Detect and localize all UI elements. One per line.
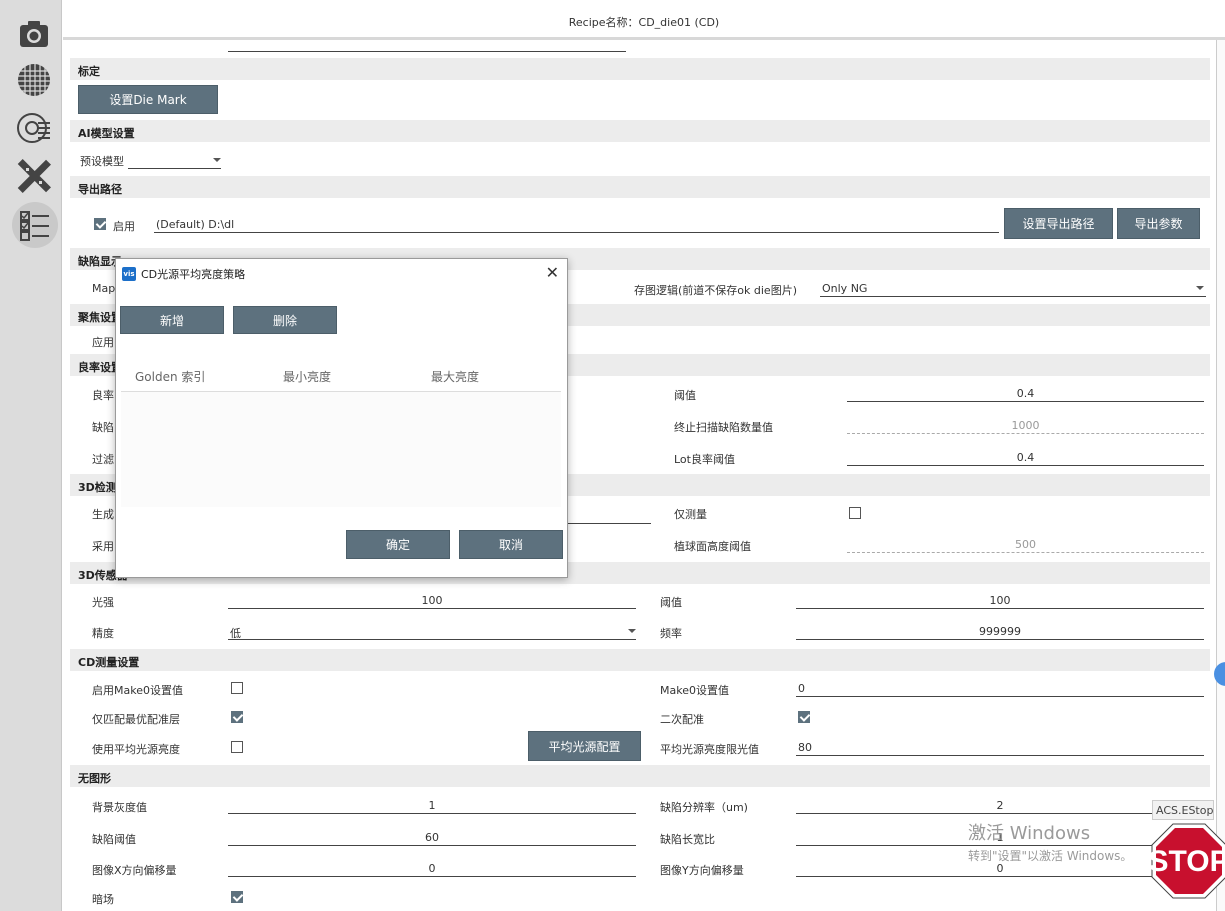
stop-scan-label: 终止扫描缺陷数量值 bbox=[674, 421, 773, 434]
truncated-field bbox=[228, 46, 626, 52]
section-no-graphic: 无图形 bbox=[70, 765, 1210, 787]
defect-resolution-field[interactable]: 2 bbox=[796, 796, 1204, 814]
recipe-header: Recipe名称：CD_die01 (CD) bbox=[63, 0, 1225, 40]
save-logic-label: 存图逻辑(前道不保存ok die图片) bbox=[634, 284, 797, 297]
avg-light-limit-label: 平均光源亮度限光值 bbox=[660, 743, 759, 756]
3d-use-label: 采用 bbox=[92, 540, 114, 553]
yield-threshold-field[interactable]: 0.4 bbox=[847, 384, 1204, 402]
cancel-button[interactable]: 取消 bbox=[459, 530, 563, 559]
avg-light-config-button[interactable]: 平均光源配置 bbox=[528, 731, 641, 761]
dialog-title: CD光源平均亮度策略 bbox=[141, 268, 246, 281]
dark-field-label: 暗场 bbox=[92, 893, 114, 906]
col-golden-index: Golden 索引 bbox=[135, 370, 206, 384]
export-params-button[interactable]: 导出参数 bbox=[1117, 208, 1200, 239]
stop-scan-field: 1000 bbox=[847, 416, 1204, 434]
recipe-title: Recipe名称：CD_die01 (CD) bbox=[568, 16, 720, 29]
chevron-down-icon bbox=[628, 629, 636, 633]
map-label: Map bbox=[92, 282, 116, 295]
col-min-brightness: 最小亮度 bbox=[283, 370, 332, 384]
delete-button[interactable]: 删除 bbox=[233, 306, 337, 334]
avg-light-strategy-dialog: vis CD光源平均亮度策略 ✕ 新增 删除 Golden 索引 最小亮度 最大… bbox=[115, 258, 568, 578]
preset-model-label: 预设模型 bbox=[80, 155, 124, 168]
avg-light-label: 使用平均光源亮度 bbox=[92, 743, 180, 756]
make0-value-field[interactable]: 0 bbox=[796, 679, 1204, 697]
preset-model-select[interactable] bbox=[128, 151, 221, 169]
section-calibration: 标定 bbox=[70, 58, 1210, 80]
windows-activation-watermark: 激活 Windows 转到"设置"以激活 Windows。 bbox=[968, 819, 1132, 864]
stop-text: STOP bbox=[1150, 845, 1225, 878]
sensor-threshold-field[interactable]: 100 bbox=[796, 591, 1204, 609]
chevron-down-icon bbox=[1196, 286, 1204, 290]
yield-threshold-label: 阈值 bbox=[674, 389, 696, 402]
export-enable-label: 启用 bbox=[113, 220, 135, 233]
second-align-label: 二次配准 bbox=[660, 713, 704, 726]
set-export-path-button[interactable]: 设置导出路径 bbox=[1004, 208, 1113, 239]
vis-logo-icon: vis bbox=[122, 267, 136, 281]
set-die-mark-button[interactable]: 设置Die Mark bbox=[78, 85, 218, 114]
3d-gen-label: 生成 bbox=[92, 508, 114, 521]
aspect-ratio-label: 缺陷长宽比 bbox=[660, 833, 715, 846]
best-match-checkbox[interactable] bbox=[231, 711, 243, 723]
dialog-table-header: Golden 索引 最小亮度 最大亮度 bbox=[121, 359, 561, 392]
dialog-table-body[interactable] bbox=[121, 392, 561, 507]
camera-icon[interactable] bbox=[14, 14, 54, 54]
watermark-line2: 转到"设置"以激活 Windows。 bbox=[968, 849, 1133, 863]
focus-apply-label: 应用 bbox=[92, 336, 114, 349]
add-button[interactable]: 新增 bbox=[120, 306, 224, 334]
chevron-down-icon bbox=[213, 158, 221, 162]
precision-label: 精度 bbox=[92, 627, 114, 640]
x-offset-field[interactable]: 0 bbox=[228, 859, 636, 877]
estop-label: ACS.EStop bbox=[1152, 800, 1214, 820]
col-max-brightness: 最大亮度 bbox=[431, 370, 480, 384]
checklist-icon[interactable] bbox=[12, 202, 58, 248]
section-export-path: 导出路径 bbox=[70, 176, 1210, 198]
ball-height-field: 500 bbox=[847, 535, 1204, 553]
tools-icon[interactable] bbox=[14, 156, 54, 196]
section-cd-measure: CD测量设置 bbox=[70, 649, 1210, 671]
wafer-grid-icon[interactable] bbox=[14, 60, 54, 100]
ok-button[interactable]: 确定 bbox=[346, 530, 450, 559]
precision-select[interactable]: 低 bbox=[228, 622, 636, 640]
frequency-field[interactable]: 999999 bbox=[796, 622, 1204, 640]
make0-enable-checkbox[interactable] bbox=[231, 682, 243, 694]
vertical-scrollbar[interactable] bbox=[1216, 40, 1225, 911]
best-match-label: 仅匹配最优配准层 bbox=[92, 713, 180, 726]
estop-button[interactable]: STOP bbox=[1148, 822, 1225, 900]
section-ai-model: AI模型设置 bbox=[70, 120, 1210, 142]
y-offset-label: 图像Y方向偏移量 bbox=[660, 864, 744, 877]
yield-row3-label: 过滤 bbox=[92, 453, 114, 466]
bg-gray-field[interactable]: 1 bbox=[228, 796, 636, 814]
frequency-label: 频率 bbox=[660, 627, 682, 640]
sidebar bbox=[0, 0, 62, 911]
save-logic-select[interactable]: Only NG bbox=[820, 279, 1206, 297]
defect-threshold-field[interactable]: 60 bbox=[228, 828, 636, 846]
dark-field-checkbox[interactable] bbox=[231, 891, 243, 903]
wafer-settings-icon[interactable] bbox=[14, 108, 54, 148]
light-intensity-field[interactable]: 100 bbox=[228, 591, 636, 609]
defect-threshold-label: 缺陷阈值 bbox=[92, 833, 136, 846]
export-enable-checkbox[interactable] bbox=[94, 218, 106, 230]
export-path-field[interactable]: (Default) D:\dl bbox=[154, 215, 999, 233]
yield-row2-label: 缺陷 bbox=[92, 421, 114, 434]
watermark-line1: 激活 Windows bbox=[968, 823, 1091, 844]
lot-yield-field[interactable]: 0.4 bbox=[847, 448, 1204, 466]
x-offset-label: 图像X方向偏移量 bbox=[92, 864, 177, 877]
yield-row1-label: 良率 bbox=[92, 389, 114, 402]
avg-light-limit-field[interactable]: 80 bbox=[796, 738, 1204, 756]
bg-gray-label: 背景灰度值 bbox=[92, 801, 147, 814]
defect-resolution-label: 缺陷分辨率（um) bbox=[660, 801, 748, 814]
measure-only-label: 仅测量 bbox=[674, 508, 707, 521]
measure-only-checkbox[interactable] bbox=[849, 507, 861, 519]
avg-light-checkbox[interactable] bbox=[231, 741, 243, 753]
dialog-titlebar: vis CD光源平均亮度策略 bbox=[122, 265, 245, 283]
3d-gen-field[interactable] bbox=[565, 506, 651, 524]
make0-enable-label: 启用Make0设置值 bbox=[92, 684, 183, 697]
sensor-threshold-label: 阈值 bbox=[660, 596, 682, 609]
light-intensity-label: 光强 bbox=[92, 596, 114, 609]
second-align-checkbox[interactable] bbox=[798, 711, 810, 723]
make0-value-label: Make0设置值 bbox=[660, 684, 729, 697]
ball-height-label: 植球面高度阈值 bbox=[674, 540, 751, 553]
close-icon[interactable]: ✕ bbox=[546, 263, 559, 282]
lot-yield-label: Lot良率阈值 bbox=[674, 453, 735, 466]
